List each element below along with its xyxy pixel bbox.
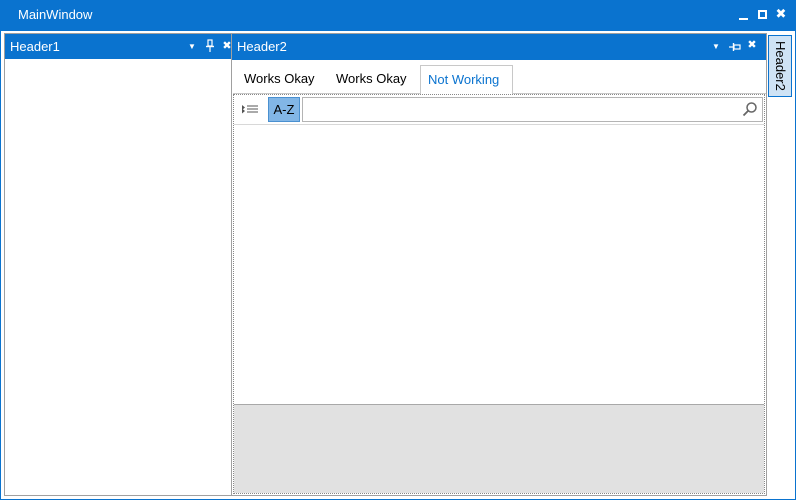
autohide-tab-label: Header2 [773, 41, 788, 91]
dropdown-icon[interactable]: ▼ [186, 41, 198, 53]
close-icon[interactable]: ✖ [774, 6, 788, 21]
tab-not-working[interactable]: Not Working [420, 65, 513, 95]
sort-alphabetical-button[interactable]: A-Z [268, 97, 300, 122]
close-icon[interactable]: ✖ [746, 39, 758, 53]
dropdown-icon[interactable]: ▼ [710, 41, 722, 53]
panel-1-title: Header1 [10, 39, 60, 54]
minimize-icon[interactable] [737, 8, 751, 22]
dock-panel-1 [4, 33, 232, 496]
search-icon[interactable] [742, 101, 758, 117]
pin-icon[interactable] [204, 39, 216, 53]
categorized-list-icon[interactable] [238, 98, 262, 120]
tab-works-okay-1[interactable]: Works Okay [237, 65, 323, 93]
unpin-icon[interactable] [728, 40, 742, 54]
panel-2-title: Header2 [237, 39, 287, 54]
title-bar [0, 0, 796, 31]
toolbar-divider [234, 124, 764, 125]
panel-2-header[interactable] [232, 34, 766, 60]
description-panel [234, 404, 764, 493]
window-title: MainWindow [18, 7, 93, 22]
tab-works-okay-2[interactable]: Works Okay [329, 65, 416, 93]
maximize-icon[interactable] [756, 8, 770, 22]
search-input[interactable] [302, 97, 763, 122]
